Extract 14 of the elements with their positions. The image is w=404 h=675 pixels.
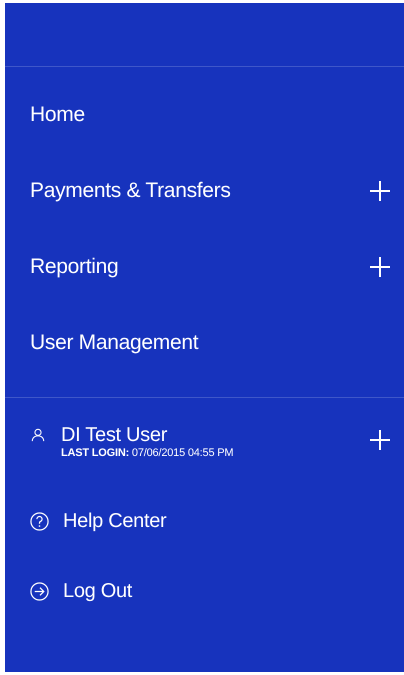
menu-item[interactable]: Log Out bbox=[63, 580, 132, 602]
arrow-circle-icon bbox=[30, 582, 49, 600]
menu-item[interactable]: Reporting bbox=[30, 255, 370, 279]
menu-item[interactable]: Home bbox=[30, 103, 390, 127]
help-icon bbox=[30, 512, 49, 530]
user-name[interactable]: DI Test User bbox=[61, 424, 168, 447]
plus-icon[interactable] bbox=[370, 181, 390, 201]
last-login-text: LAST LOGIN: 07/06/2015 04:55 PM bbox=[61, 447, 234, 459]
user-icon bbox=[31, 428, 45, 442]
plus-icon[interactable] bbox=[370, 430, 390, 450]
menu-item[interactable]: User Management bbox=[30, 331, 390, 355]
menu-item[interactable]: Help Center bbox=[63, 510, 166, 532]
plus-icon[interactable] bbox=[370, 257, 390, 277]
menu-item[interactable]: Payments & Transfers bbox=[30, 179, 370, 203]
